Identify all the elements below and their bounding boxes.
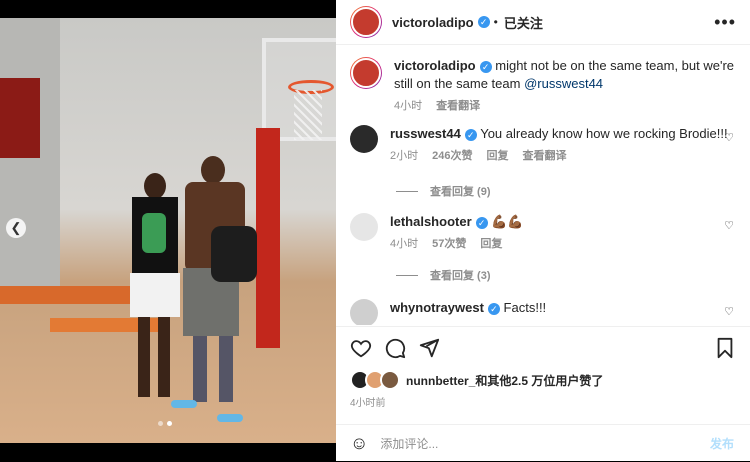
- share-icon[interactable]: [418, 337, 440, 359]
- post-side-panel: victoroladipo ✓ • 已关注 ••• victoroladipo ✓…: [336, 0, 750, 461]
- comment-likes[interactable]: 57次赞: [432, 235, 466, 253]
- author-avatar[interactable]: [350, 6, 382, 38]
- view-replies-button[interactable]: 查看回复 (9): [396, 183, 491, 199]
- liked-by[interactable]: nunnbetter_和其他2.5 万位用户赞了: [350, 370, 603, 390]
- carousel-dot: [158, 421, 163, 426]
- verified-icon: ✓: [477, 16, 490, 28]
- author-username[interactable]: victoroladipo: [392, 15, 474, 30]
- follow-button[interactable]: 已关注: [504, 13, 543, 32]
- see-translation-button[interactable]: 查看翻译: [522, 147, 566, 165]
- reply-button[interactable]: 回复: [480, 235, 502, 253]
- carousel-dot-active: [167, 421, 172, 426]
- caption-avatar[interactable]: [350, 57, 382, 89]
- comment-time: 2小时: [390, 150, 419, 162]
- post-comment-button[interactable]: 发布: [710, 435, 734, 452]
- floor-mat: [0, 286, 130, 304]
- more-options-icon[interactable]: •••: [714, 12, 736, 33]
- commenter-avatar[interactable]: [350, 125, 378, 153]
- view-replies-label: 查看回复 (9): [430, 186, 491, 198]
- reply-button[interactable]: 回复: [486, 147, 508, 165]
- bookmark-icon[interactable]: [714, 337, 736, 359]
- comment-author[interactable]: whynotraywest: [390, 300, 484, 315]
- heart-icon[interactable]: ♡: [724, 131, 734, 144]
- comment-text: Facts!!!: [503, 300, 547, 315]
- caption-time: 4小时: [394, 100, 423, 112]
- separator-dot: •: [493, 15, 498, 29]
- commenter-avatar[interactable]: [350, 213, 378, 241]
- verified-icon: ✓: [464, 128, 477, 141]
- comment-text: You already know how we rocking Brodie!!…: [480, 126, 728, 141]
- verified-icon: ✓: [479, 60, 492, 73]
- comment-item: lethalshooter ✓ 💪🏾💪🏾 4小时 57次赞 回复 ♡: [350, 213, 740, 253]
- gym-banner: [0, 78, 40, 158]
- comment-item: whynotraywest ✓ Facts!!! ♡: [350, 299, 740, 325]
- caption-mention[interactable]: @russwest44: [524, 76, 603, 91]
- post-time: 4小时前: [350, 398, 386, 409]
- player-left: [124, 173, 182, 413]
- see-translation-button[interactable]: 查看翻译: [436, 97, 480, 115]
- post-photo: ❮: [0, 0, 336, 461]
- comment-text: 💪🏾💪🏾: [491, 214, 524, 229]
- comment-composer: ☺ 添加评论... 发布: [336, 424, 750, 462]
- player-right: [171, 156, 265, 426]
- caption: victoroladipo ✓ might not be on the same …: [350, 57, 740, 115]
- carousel-dots: [158, 421, 172, 426]
- comment-likes[interactable]: 246次赞: [432, 147, 472, 165]
- heart-icon[interactable]: ♡: [724, 219, 734, 232]
- action-bar: [336, 326, 750, 367]
- view-replies-label: 查看回复 (3): [430, 270, 491, 282]
- comment-icon[interactable]: [384, 337, 406, 359]
- commenter-avatar[interactable]: [350, 299, 378, 325]
- heart-icon[interactable]: [350, 337, 372, 359]
- comment-item: russwest44 ✓ You already know how we rock…: [350, 125, 740, 165]
- gym-scene: [0, 18, 336, 443]
- emoji-icon[interactable]: ☺: [350, 433, 368, 454]
- liked-by-text[interactable]: nunnbetter_和其他2.5 万位用户赞了: [406, 372, 603, 389]
- post-header: victoroladipo ✓ • 已关注 •••: [336, 0, 750, 45]
- view-replies-button[interactable]: 查看回复 (3): [396, 267, 491, 283]
- comment-author[interactable]: lethalshooter: [390, 214, 472, 229]
- heart-icon[interactable]: ♡: [724, 305, 734, 318]
- comment-author[interactable]: russwest44: [390, 126, 461, 141]
- comment-time: 4小时: [390, 238, 419, 250]
- comment-input[interactable]: 添加评论...: [380, 435, 710, 452]
- verified-icon: ✓: [475, 216, 488, 229]
- hoop-net: [294, 90, 322, 140]
- comments-list: victoroladipo ✓ might not be on the same …: [336, 45, 750, 325]
- liker-avatars: [350, 370, 400, 390]
- caption-author[interactable]: victoroladipo: [394, 58, 476, 73]
- verified-icon: ✓: [487, 302, 500, 315]
- chevron-left-icon[interactable]: ❮: [6, 218, 26, 238]
